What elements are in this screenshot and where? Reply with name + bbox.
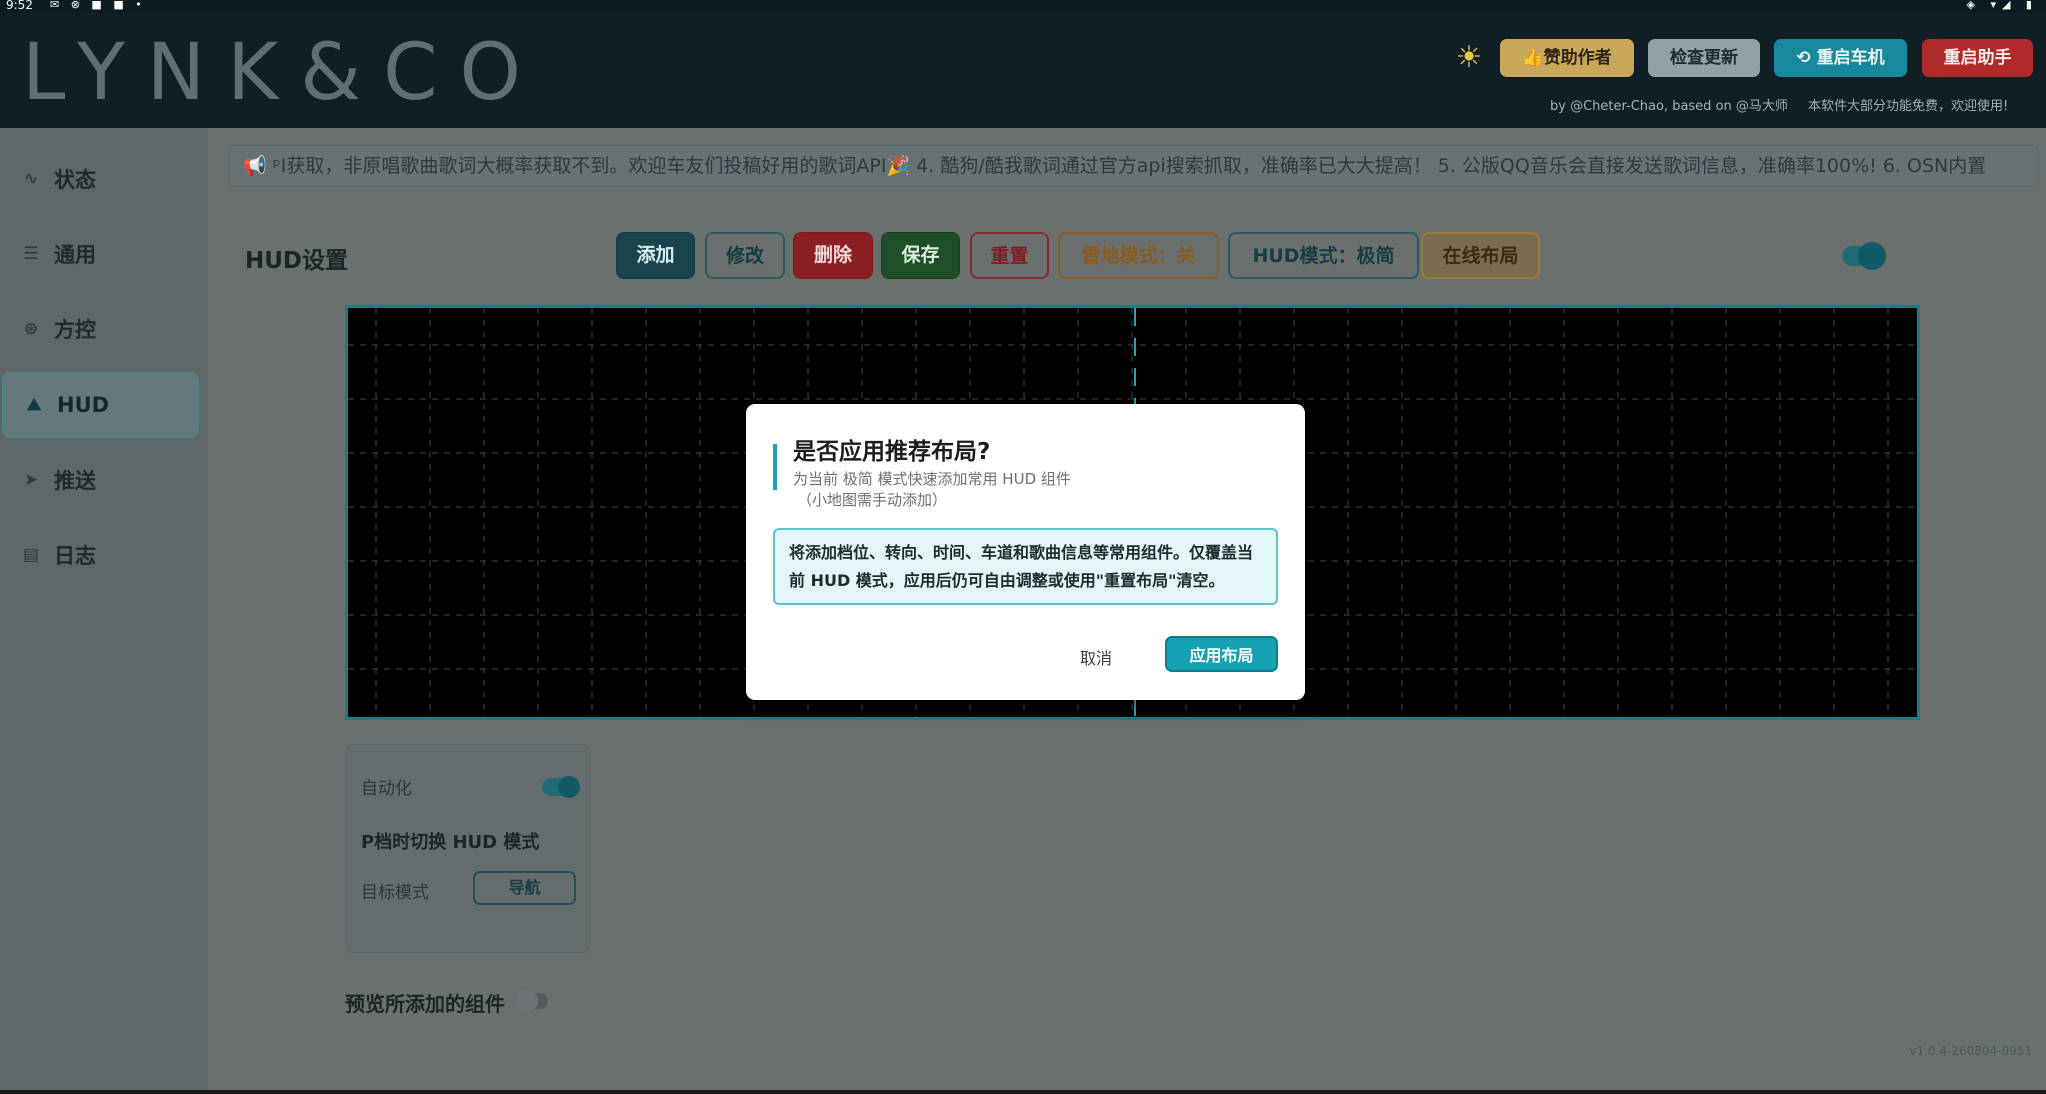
ticker-text: ᵖI获取，非原唱歌曲歌词大概率获取不到。欢迎车友们投稿好用的歌词API🎉 4. … bbox=[272, 155, 1987, 177]
automation-description: P档时切换 HUD 模式 bbox=[361, 832, 540, 853]
announcement-ticker: 📢 ᵖI获取，非原唱歌曲歌词大概率获取不到。欢迎车友们投稿好用的歌词API🎉 4.… bbox=[228, 145, 2038, 187]
target-mode-label: 目标模式 bbox=[361, 883, 429, 903]
sidebar-item-status[interactable]: ∿ 状态 bbox=[0, 146, 200, 212]
apply-layout-dialog: 是否应用推荐布局? 为当前 极简 模式快速添加常用 HUD 组件 （小地图需手动… bbox=[746, 404, 1305, 700]
sidebar-item-label: 状态 bbox=[54, 168, 96, 192]
target-mode-select[interactable]: 导航 bbox=[473, 871, 576, 905]
toggle-knob bbox=[558, 776, 580, 798]
hud-mode-button[interactable]: HUD模式：极简 bbox=[1228, 232, 1419, 279]
automation-card: 自动化 P档时切换 HUD 模式 目标模式 导航 bbox=[345, 744, 590, 953]
app-header: LYNK&CO ☀ 👍赞助作者 检查更新 ⟲ 重启车机 重启助手 by @Che… bbox=[0, 13, 2046, 128]
automation-toggle[interactable] bbox=[542, 776, 580, 798]
save-button[interactable]: 保存 bbox=[881, 232, 960, 279]
sidebar-item-label: 通用 bbox=[54, 243, 96, 267]
reset-button[interactable]: 重置 bbox=[970, 232, 1049, 279]
online-layout-button[interactable]: 在线布局 bbox=[1421, 232, 1540, 279]
check-update-button[interactable]: 检查更新 bbox=[1648, 39, 1760, 77]
sidebar: ∿ 状态 ☰ 通用 ⊛ 方控 ⛰ HUD ➤ 推送 ▤ 日志 bbox=[0, 128, 208, 1094]
page-title: HUD设置 bbox=[245, 248, 349, 274]
author-credit: by @Cheter-Chao, based on @马大师 bbox=[1550, 99, 1788, 114]
brand-logo: LYNK&CO bbox=[22, 28, 543, 118]
sidebar-item-logs[interactable]: ▤ 日志 bbox=[0, 522, 200, 588]
snow-mode-button[interactable]: 雪地模式：关 bbox=[1058, 232, 1219, 279]
log-icon: ▤ bbox=[22, 545, 40, 565]
delete-button[interactable]: 删除 bbox=[793, 232, 873, 279]
hud-enable-toggle[interactable] bbox=[1842, 242, 1886, 270]
preview-toggle[interactable] bbox=[516, 990, 548, 1012]
status-time: 9:52 bbox=[6, 0, 33, 12]
sidebar-item-label: 日志 bbox=[54, 544, 96, 568]
megaphone-icon: 📢 bbox=[243, 155, 267, 177]
dialog-subnote: （小地图需手动添加） bbox=[797, 491, 948, 509]
dialog-accent-bar bbox=[773, 444, 777, 490]
sidebar-item-general[interactable]: ☰ 通用 bbox=[0, 221, 200, 287]
restart-assistant-button[interactable]: 重启助手 bbox=[1922, 39, 2033, 77]
sidebar-item-hud[interactable]: ⛰ HUD bbox=[2, 372, 199, 438]
edit-button[interactable]: 修改 bbox=[705, 232, 785, 279]
status-bar: 9:52 ✉ ⊗ ■ ■ • ◈ ▾◢ ▮ bbox=[0, 0, 2046, 13]
toggle-knob bbox=[516, 990, 538, 1012]
dialog-title: 是否应用推荐布局? bbox=[793, 439, 991, 465]
free-notice: 本软件大部分功能免费，欢迎使用! bbox=[1808, 99, 2009, 114]
reboot-head-unit-button[interactable]: ⟲ 重启车机 bbox=[1774, 39, 1907, 77]
dialog-subtitle: 为当前 极简 模式快速添加常用 HUD 组件 bbox=[793, 470, 1071, 488]
dialog-info-box: 将添加档位、转向、时间、车道和歌曲信息等常用组件。仅覆盖当前 HUD 模式，应用… bbox=[773, 528, 1278, 605]
sliders-icon: ☰ bbox=[23, 244, 39, 264]
toggle-knob bbox=[1858, 242, 1886, 270]
status-system-icons: ◈ ▾◢ ▮ bbox=[1966, 0, 2038, 11]
sidebar-item-label: 推送 bbox=[54, 469, 96, 493]
sponsor-author-button[interactable]: 👍赞助作者 bbox=[1500, 39, 1634, 77]
sidebar-item-push[interactable]: ➤ 推送 bbox=[0, 447, 200, 513]
sidebar-item-label: HUD bbox=[57, 393, 110, 417]
bottom-edge bbox=[0, 1090, 2046, 1094]
sidebar-item-label: 方控 bbox=[54, 318, 96, 342]
sidebar-item-steering-controls[interactable]: ⊛ 方控 bbox=[0, 296, 200, 362]
theme-toggle-sun-icon[interactable]: ☀ bbox=[1454, 43, 1484, 73]
automation-label: 自动化 bbox=[361, 779, 412, 799]
version-label: v1.0.4-260804-0951 bbox=[1909, 1044, 2032, 1058]
add-button[interactable]: 添加 bbox=[616, 232, 695, 279]
hud-icon: ⛰ bbox=[26, 395, 42, 415]
pulse-icon: ∿ bbox=[23, 169, 39, 189]
status-notification-icons: ✉ ⊗ ■ ■ • bbox=[50, 0, 146, 11]
steering-wheel-icon: ⊛ bbox=[23, 319, 39, 339]
preview-label: 预览所添加的组件 bbox=[345, 992, 505, 1016]
cancel-button[interactable]: 取消 bbox=[1068, 641, 1124, 673]
apply-layout-button[interactable]: 应用布局 bbox=[1165, 636, 1278, 672]
send-icon: ➤ bbox=[23, 470, 39, 490]
